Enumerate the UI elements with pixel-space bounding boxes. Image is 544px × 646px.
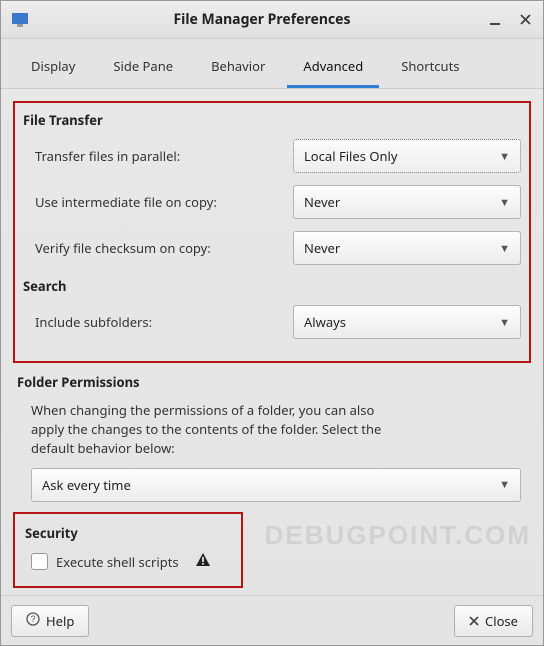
transfer-parallel-label: Transfer files in parallel: xyxy=(35,147,285,165)
chevron-down-icon: ▼ xyxy=(499,149,510,164)
close-icon xyxy=(469,612,479,630)
help-button[interactable]: ? Help xyxy=(11,605,89,637)
intermediate-file-dropdown[interactable]: Never ▼ xyxy=(293,185,521,219)
tab-behavior[interactable]: Behavior xyxy=(195,47,281,88)
help-icon: ? xyxy=(26,612,40,630)
tab-advanced[interactable]: Advanced xyxy=(287,47,379,88)
verify-checksum-value: Never xyxy=(304,239,340,257)
close-button-label: Close xyxy=(485,612,518,630)
highlight-box-2: Security Execute shell scripts xyxy=(13,512,243,588)
app-icon xyxy=(11,11,29,29)
verify-checksum-label: Verify file checksum on copy: xyxy=(35,239,285,257)
execute-scripts-checkbox[interactable] xyxy=(31,553,48,570)
window-controls xyxy=(487,12,533,28)
chevron-down-icon: ▼ xyxy=(499,241,510,256)
include-subfolders-label: Include subfolders: xyxy=(35,313,285,331)
warning-icon xyxy=(195,552,211,572)
include-subfolders-dropdown[interactable]: Always ▼ xyxy=(293,305,521,339)
preferences-window: File Manager Preferences Display Side Pa… xyxy=(0,0,544,646)
folder-permissions-dropdown[interactable]: Ask every time ▼ xyxy=(31,468,521,502)
intermediate-file-label: Use intermediate file on copy: xyxy=(35,193,285,211)
close-window-button[interactable] xyxy=(517,12,533,28)
minimize-button[interactable] xyxy=(487,12,503,28)
tab-display[interactable]: Display xyxy=(15,47,91,88)
folder-permissions-value: Ask every time xyxy=(42,476,131,494)
highlight-box-1: File Transfer Transfer files in parallel… xyxy=(13,101,531,363)
content-area: File Transfer Transfer files in parallel… xyxy=(1,89,543,595)
tab-shortcuts[interactable]: Shortcuts xyxy=(385,47,475,88)
chevron-down-icon: ▼ xyxy=(499,315,510,330)
transfer-parallel-value: Local Files Only xyxy=(304,147,398,165)
row-intermediate-file: Use intermediate file on copy: Never ▼ xyxy=(35,185,521,219)
intermediate-file-value: Never xyxy=(304,193,340,211)
execute-scripts-label: Execute shell scripts xyxy=(56,553,179,571)
row-include-subfolders: Include subfolders: Always ▼ xyxy=(35,305,521,339)
chevron-down-icon: ▼ xyxy=(499,477,510,492)
svg-text:?: ? xyxy=(30,614,35,624)
watermark: DEBUGPOINT.COM xyxy=(265,520,531,551)
tab-side-pane[interactable]: Side Pane xyxy=(97,47,189,88)
close-button[interactable]: Close xyxy=(454,605,533,637)
window-title: File Manager Preferences xyxy=(37,10,487,29)
tab-bar: Display Side Pane Behavior Advanced Shor… xyxy=(1,39,543,89)
verify-checksum-dropdown[interactable]: Never ▼ xyxy=(293,231,521,265)
include-subfolders-value: Always xyxy=(304,313,346,331)
row-transfer-parallel: Transfer files in parallel: Local Files … xyxy=(35,139,521,173)
file-transfer-heading: File Transfer xyxy=(23,111,521,129)
folder-permissions-section: Folder Permissions When changing the per… xyxy=(17,373,531,502)
chevron-down-icon: ▼ xyxy=(499,195,510,210)
security-heading: Security xyxy=(25,524,229,542)
row-execute-scripts: Execute shell scripts xyxy=(31,552,229,572)
dialog-footer: ? Help Close xyxy=(1,595,543,645)
titlebar: File Manager Preferences xyxy=(1,1,543,39)
row-verify-checksum: Verify file checksum on copy: Never ▼ xyxy=(35,231,521,265)
search-heading: Search xyxy=(23,277,521,295)
transfer-parallel-dropdown[interactable]: Local Files Only ▼ xyxy=(293,139,521,173)
folder-permissions-description: When changing the permissions of a folde… xyxy=(31,401,391,458)
help-button-label: Help xyxy=(46,612,74,630)
folder-permissions-heading: Folder Permissions xyxy=(17,373,531,391)
